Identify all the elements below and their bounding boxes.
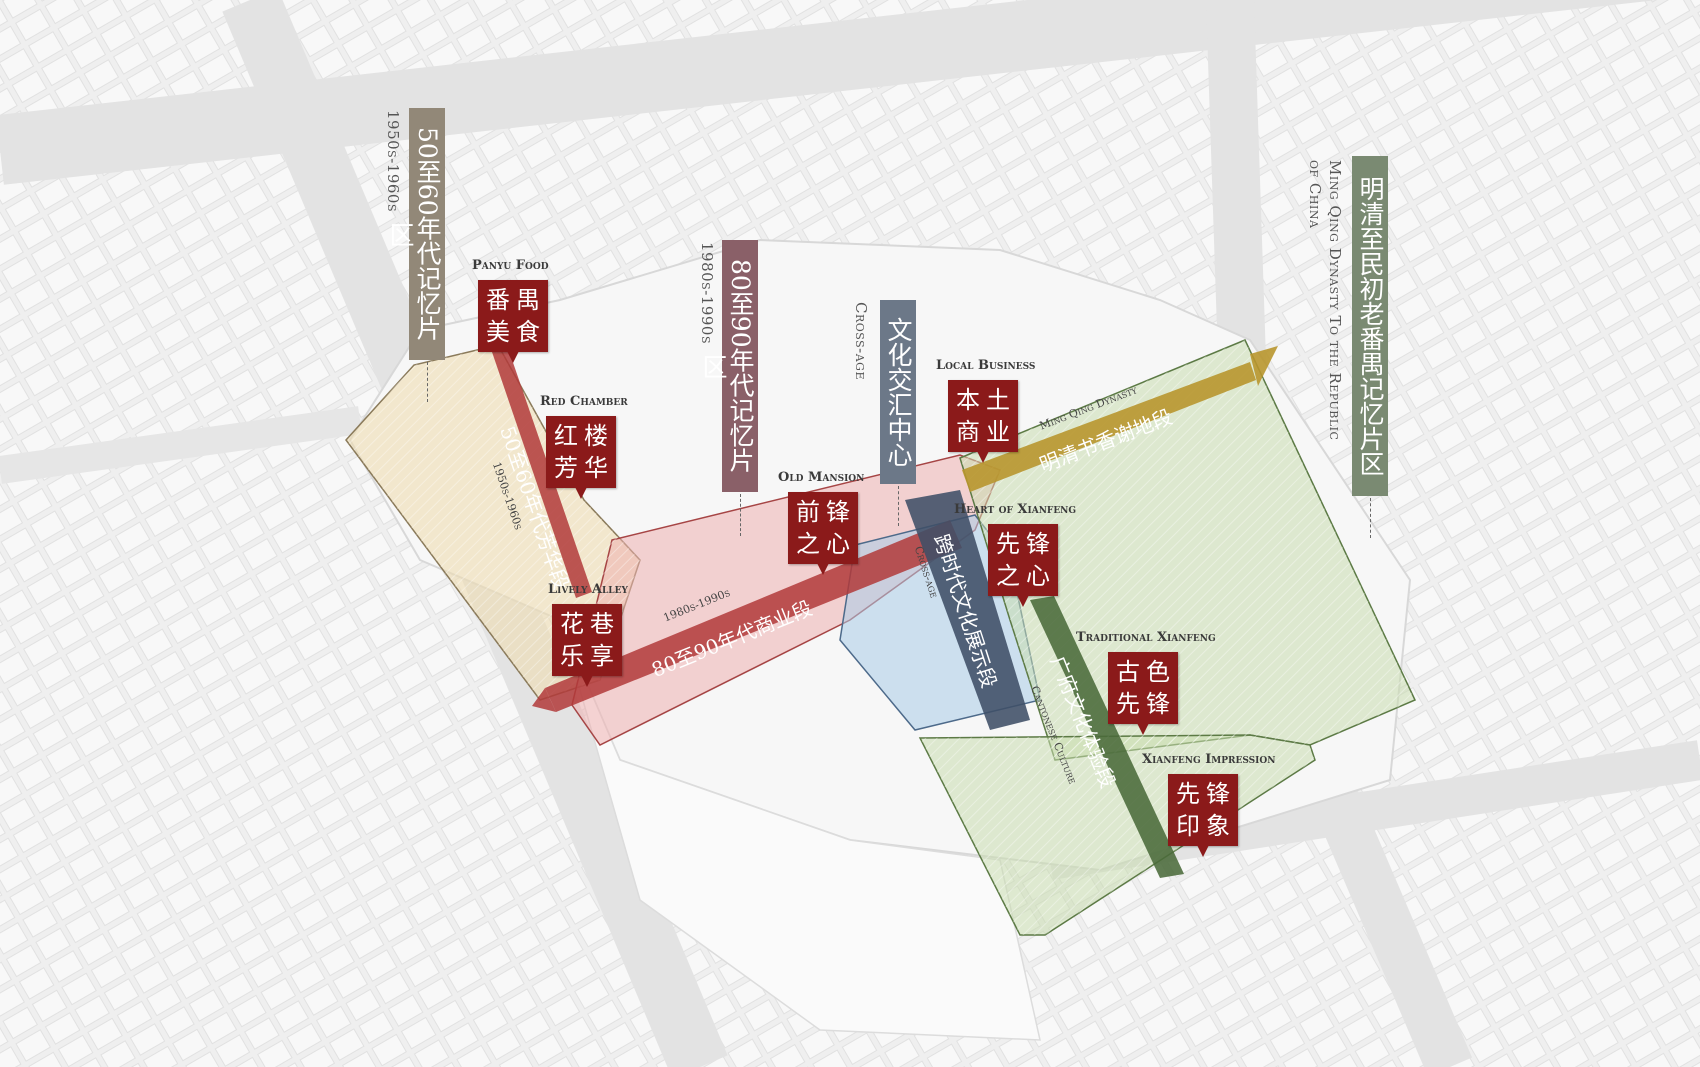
pin-red-chamber-line2: 芳华 [554,454,614,482]
district-sub-cross: Cross-age [852,302,870,380]
district-label-1950s: 50至60年代记忆片区 [386,108,445,360]
district-label-cross: 文化交汇中心 [880,300,916,484]
pin-panyu[interactable]: 番禺 美食 [478,280,548,363]
pin-panyu-line2: 美食 [486,318,546,346]
pin-traditional-line1: 古色 [1116,658,1176,686]
pin-impression-line2: 印象 [1176,812,1236,840]
district-label-1980s: 80至90年代记忆片区 [699,240,758,492]
pin-impression-line1: 先锋 [1176,780,1236,808]
pin-old-mansion[interactable]: 前锋 之心 [788,492,858,575]
district-sub-mingqing-2: of China [1306,160,1324,229]
pin-local-business-line2: 商业 [956,418,1016,446]
pin-local-business[interactable]: 本土 商业 [948,380,1018,463]
pin-heart-line1: 先锋 [996,530,1056,558]
pin-traditional-en: Traditional Xianfeng [1076,630,1216,645]
district-1980s-leader [740,494,741,536]
pin-red-chamber-line1: 红楼 [554,422,614,450]
pin-impression-en: Xianfeng Impression [1142,752,1276,767]
district-label-mingqing: 明清至民初老番禺记忆片区 [1352,156,1388,496]
pin-heart-en: Heart of Xianfeng [954,502,1077,517]
pin-panyu-line1: 番禺 [486,286,546,314]
pin-lively-alley-line2: 乐享 [560,642,620,670]
district-1950s-leader [427,362,428,402]
pin-heart[interactable]: 先锋 之心 [988,524,1058,607]
pin-lively-alley[interactable]: 花巷 乐享 [552,604,622,687]
pin-traditional[interactable]: 古色 先锋 [1108,652,1178,735]
pin-local-business-line1: 本土 [956,386,1016,414]
pin-traditional-line2: 先锋 [1116,690,1176,718]
district-sub-mingqing-1: Ming Qing Dynasty To the Republic [1326,160,1344,441]
pin-old-mansion-line1: 前锋 [796,498,856,526]
pin-heart-line2: 之心 [996,562,1056,590]
district-sub-1950s: 1950s-1960s [384,110,402,212]
pin-panyu-en: Panyu Food [472,258,549,273]
pin-lively-alley-line1: 花巷 [560,610,620,638]
pin-red-chamber[interactable]: 红楼 芳华 [546,416,616,499]
pin-local-business-en: Local Business [936,358,1036,373]
district-mingqing-leader [1370,498,1371,538]
pin-red-chamber-en: Red Chamber [540,394,628,409]
pin-old-mansion-line2: 之心 [796,530,856,558]
pin-impression[interactable]: 先锋 印象 [1168,774,1238,857]
pin-old-mansion-en: Old Mansion [778,470,865,485]
district-sub-1980s: 1980s-1990s [698,242,716,344]
district-cross-leader [898,486,899,526]
